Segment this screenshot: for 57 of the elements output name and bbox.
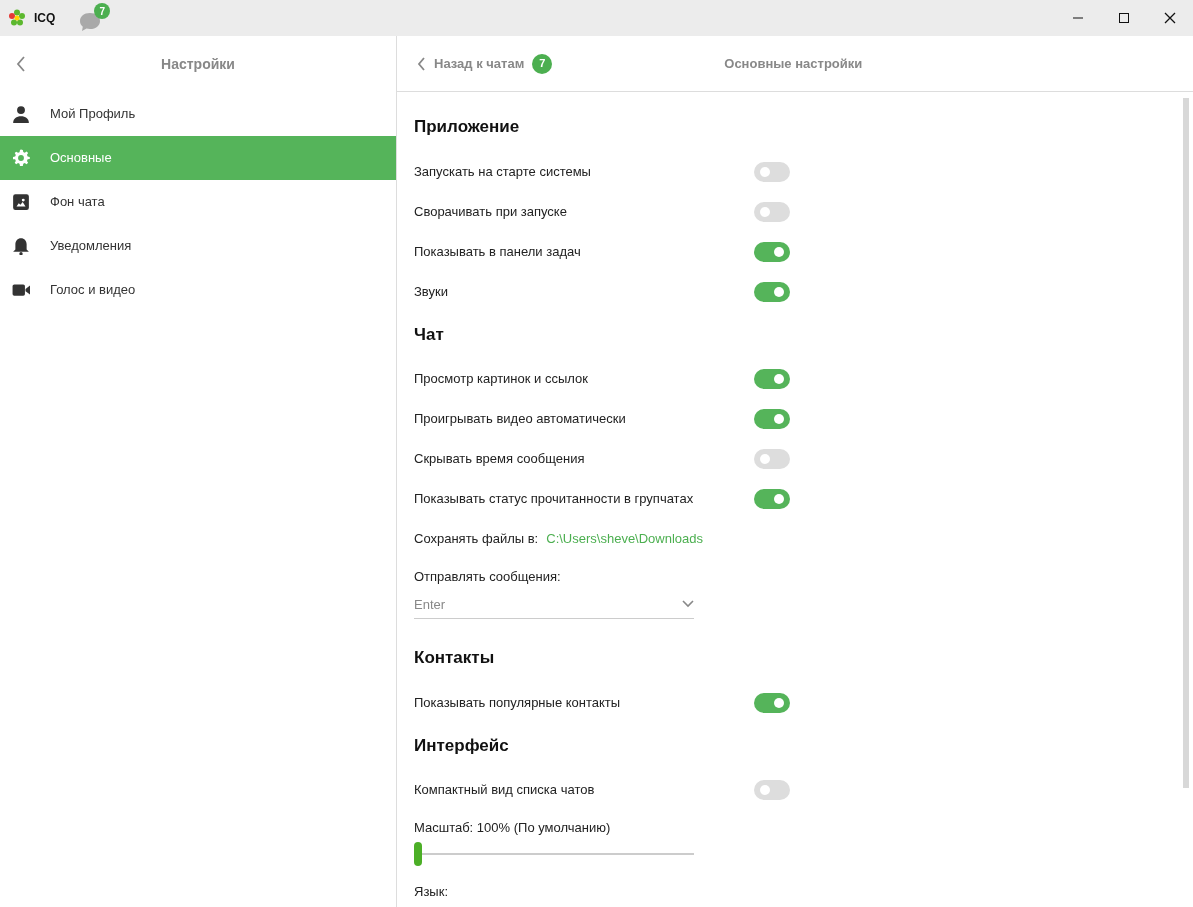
unread-count: 7	[532, 53, 553, 74]
setting-label: Сворачивать при запуске	[414, 202, 567, 221]
section-heading: Контакты	[414, 647, 496, 669]
speech-bubble-icon	[79, 12, 102, 32]
chevron-down-icon	[682, 600, 694, 609]
sidebar-item[interactable]: Уведомления	[0, 224, 396, 268]
close-icon	[1164, 12, 1176, 24]
setting-label: Показывать популярные контакты	[414, 693, 621, 712]
send-key-dropdown[interactable]: Enter	[414, 590, 694, 619]
toggle-switch[interactable]	[754, 201, 790, 222]
chevron-left-icon	[16, 56, 26, 72]
unread-count: 7	[94, 3, 111, 19]
maximize-icon	[1118, 12, 1130, 24]
setting-label: Просмотр картинок и ссылок	[414, 370, 588, 389]
setting-label: Звуки	[414, 282, 448, 301]
toggle-switch[interactable]	[754, 369, 790, 389]
sidebar-item[interactable]: Мой Профиль	[0, 92, 396, 136]
chats-button[interactable]: 7	[79, 2, 112, 34]
sidebar-item[interactable]: Фон чата	[0, 180, 396, 224]
section-heading: Приложение	[414, 116, 521, 138]
setting-label: Сохранять файлы в:	[414, 530, 539, 549]
page-title: Основные настройки	[724, 54, 863, 73]
sidebar-item[interactable]: Основные	[0, 136, 396, 180]
setting-label: Показывать в панели задач	[414, 242, 581, 261]
toggle-switch[interactable]	[754, 161, 790, 182]
folder-path-link[interactable]: C:\Users\sheve\Downloads	[546, 529, 704, 549]
person-icon	[12, 105, 30, 123]
toggle-switch[interactable]	[754, 409, 790, 429]
back-to-chats-link[interactable]: Назад к чатам 7	[417, 53, 553, 74]
toggle-switch[interactable]	[754, 241, 790, 262]
scale-slider[interactable]	[414, 841, 694, 866]
section-heading: Чат	[414, 323, 445, 346]
toggle-switch[interactable]	[754, 449, 790, 469]
setting-label: Отправлять сообщения:	[414, 568, 562, 586]
video-camera-icon	[12, 281, 30, 299]
toggle-switch[interactable]	[754, 281, 790, 302]
sidebar-title: Настройки	[161, 54, 236, 74]
setting-label: Скрывать время сообщения	[414, 450, 585, 469]
setting-label: Проигрывать видео автоматически	[414, 410, 626, 429]
back-button[interactable]	[16, 56, 28, 72]
setting-label: Показывать статус прочитанности в групчатах	[414, 490, 694, 509]
toggle-switch[interactable]	[754, 780, 790, 800]
toggle-switch[interactable]	[754, 692, 790, 713]
setting-label: Масштаб: 100% (По умолчанию)	[414, 819, 612, 837]
setting-label: Запускать на старте системы	[414, 162, 591, 181]
picture-icon	[12, 193, 30, 211]
flower-logo-icon	[8, 9, 26, 27]
chevron-left-icon	[417, 56, 426, 71]
scrollbar[interactable]	[1183, 98, 1189, 788]
bell-icon	[12, 237, 30, 255]
setting-label: Компактный вид списка чатов	[414, 781, 595, 800]
settings-icon	[12, 149, 30, 167]
sidebar-item[interactable]: Голос и видео	[0, 268, 396, 312]
toggle-switch[interactable]	[754, 489, 790, 509]
section-heading: Интерфейс	[414, 734, 510, 757]
setting-label: Язык:	[414, 882, 449, 901]
app-title: ICQ	[34, 10, 56, 27]
